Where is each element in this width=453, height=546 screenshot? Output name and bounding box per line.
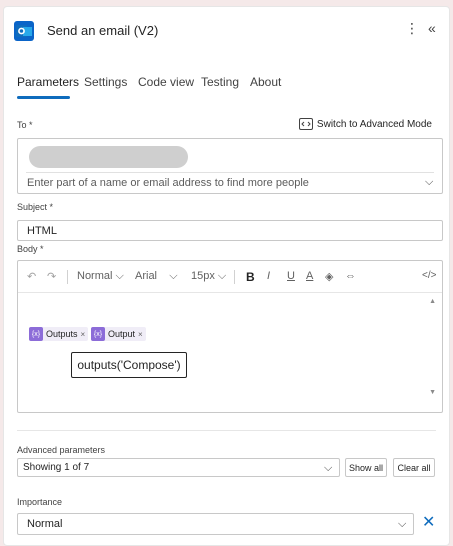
action-panel: Send an email (V2) ⋮ « Parameters Settin… bbox=[3, 6, 450, 546]
code-icon[interactable]: </> bbox=[422, 270, 436, 281]
link-icon[interactable]: ⇔ bbox=[345, 270, 356, 282]
font-family-label: Arial bbox=[135, 270, 158, 282]
action-title: Send an email (V2) bbox=[47, 23, 159, 38]
toolbar-separator bbox=[234, 270, 235, 284]
advanced-parameters-dropdown[interactable]: Showing 1 of 7 ⌵ bbox=[17, 458, 340, 477]
clear-all-button[interactable]: Clear all bbox=[393, 458, 435, 477]
subject-label: Subject * bbox=[17, 202, 54, 212]
tab-parameters[interactable]: Parameters bbox=[17, 75, 79, 89]
font-color-icon[interactable]: A bbox=[306, 270, 313, 282]
rich-text-toolbar: ↶ ↷ Normal ⌵ Arial ⌵ 15px ⌵ B I U A ◈ ⇔ … bbox=[18, 261, 442, 293]
expression-tooltip: outputs('Compose') bbox=[71, 352, 187, 378]
to-divider bbox=[26, 172, 434, 173]
font-family-dropdown[interactable]: Arial ⌵ bbox=[135, 270, 178, 283]
font-size-dropdown[interactable]: 15px ⌵ bbox=[191, 270, 226, 283]
outlook-icon bbox=[14, 21, 34, 41]
code-view-icon bbox=[298, 118, 313, 130]
expression-icon: {x} bbox=[91, 327, 105, 341]
more-vertical-icon[interactable]: ⋮ bbox=[405, 20, 419, 37]
to-label: To * bbox=[17, 120, 33, 130]
panel-header: Send an email (V2) ⋮ « bbox=[4, 7, 449, 55]
importance-value: Normal bbox=[27, 518, 63, 530]
dynamic-token[interactable]: {x} Outputs × bbox=[29, 327, 89, 341]
advanced-parameters-label: Advanced parameters bbox=[17, 445, 106, 455]
body-editor[interactable]: ↶ ↷ Normal ⌵ Arial ⌵ 15px ⌵ B I U A ◈ ⇔ … bbox=[17, 260, 443, 413]
toolbar-separator bbox=[67, 270, 68, 284]
importance-dropdown[interactable]: Normal ⌵ bbox=[17, 513, 414, 535]
tab-testing[interactable]: Testing bbox=[201, 75, 239, 89]
to-search-input[interactable] bbox=[27, 175, 407, 191]
section-divider bbox=[17, 430, 436, 431]
chevron-down-icon: ⌵ bbox=[398, 518, 407, 530]
advanced-parameters-value: Showing 1 of 7 bbox=[23, 462, 90, 473]
subject-input[interactable] bbox=[17, 220, 443, 241]
paragraph-style-dropdown[interactable]: Normal ⌵ bbox=[77, 270, 124, 283]
chevron-down-icon[interactable]: ⌵ bbox=[425, 176, 433, 189]
remove-token-icon[interactable]: × bbox=[81, 330, 86, 339]
remove-token-icon[interactable]: × bbox=[138, 330, 143, 339]
tab-about[interactable]: About bbox=[250, 75, 281, 89]
body-label: Body * bbox=[17, 244, 44, 254]
chevrons-left-icon[interactable]: « bbox=[428, 20, 436, 36]
to-field[interactable]: ⌵ bbox=[17, 138, 443, 194]
active-tab-indicator bbox=[17, 96, 70, 99]
undo-icon[interactable]: ↶ bbox=[27, 270, 36, 283]
scroll-up-arrow-icon[interactable]: ▲ bbox=[429, 298, 436, 305]
paragraph-style-label: Normal bbox=[77, 270, 113, 282]
scroll-down-arrow-icon[interactable]: ▼ bbox=[429, 389, 436, 396]
importance-label: Importance bbox=[17, 497, 63, 507]
advanced-mode-toggle[interactable]: Switch to Advanced Mode bbox=[298, 118, 432, 130]
expression-icon: {x} bbox=[29, 327, 43, 341]
underline-icon[interactable]: U bbox=[287, 270, 295, 282]
tab-settings[interactable]: Settings bbox=[84, 75, 127, 89]
tab-code-view[interactable]: Code view bbox=[138, 75, 194, 89]
token-label: Output bbox=[108, 329, 136, 339]
chevron-down-icon: ⌵ bbox=[324, 462, 333, 474]
font-size-label: 15px bbox=[191, 270, 215, 282]
redo-icon[interactable]: ↷ bbox=[47, 270, 56, 283]
bold-icon[interactable]: B bbox=[246, 270, 255, 284]
clear-icon[interactable]: ✕ bbox=[422, 512, 435, 532]
italic-icon[interactable]: I bbox=[267, 270, 270, 282]
show-all-button[interactable]: Show all bbox=[345, 458, 387, 477]
advanced-mode-label: Switch to Advanced Mode bbox=[316, 118, 432, 130]
highlight-icon[interactable]: ◈ bbox=[325, 270, 333, 283]
token-label: Outputs bbox=[46, 329, 78, 339]
recipient-pill[interactable] bbox=[29, 146, 188, 168]
dynamic-token[interactable]: {x} Output × bbox=[91, 327, 146, 341]
